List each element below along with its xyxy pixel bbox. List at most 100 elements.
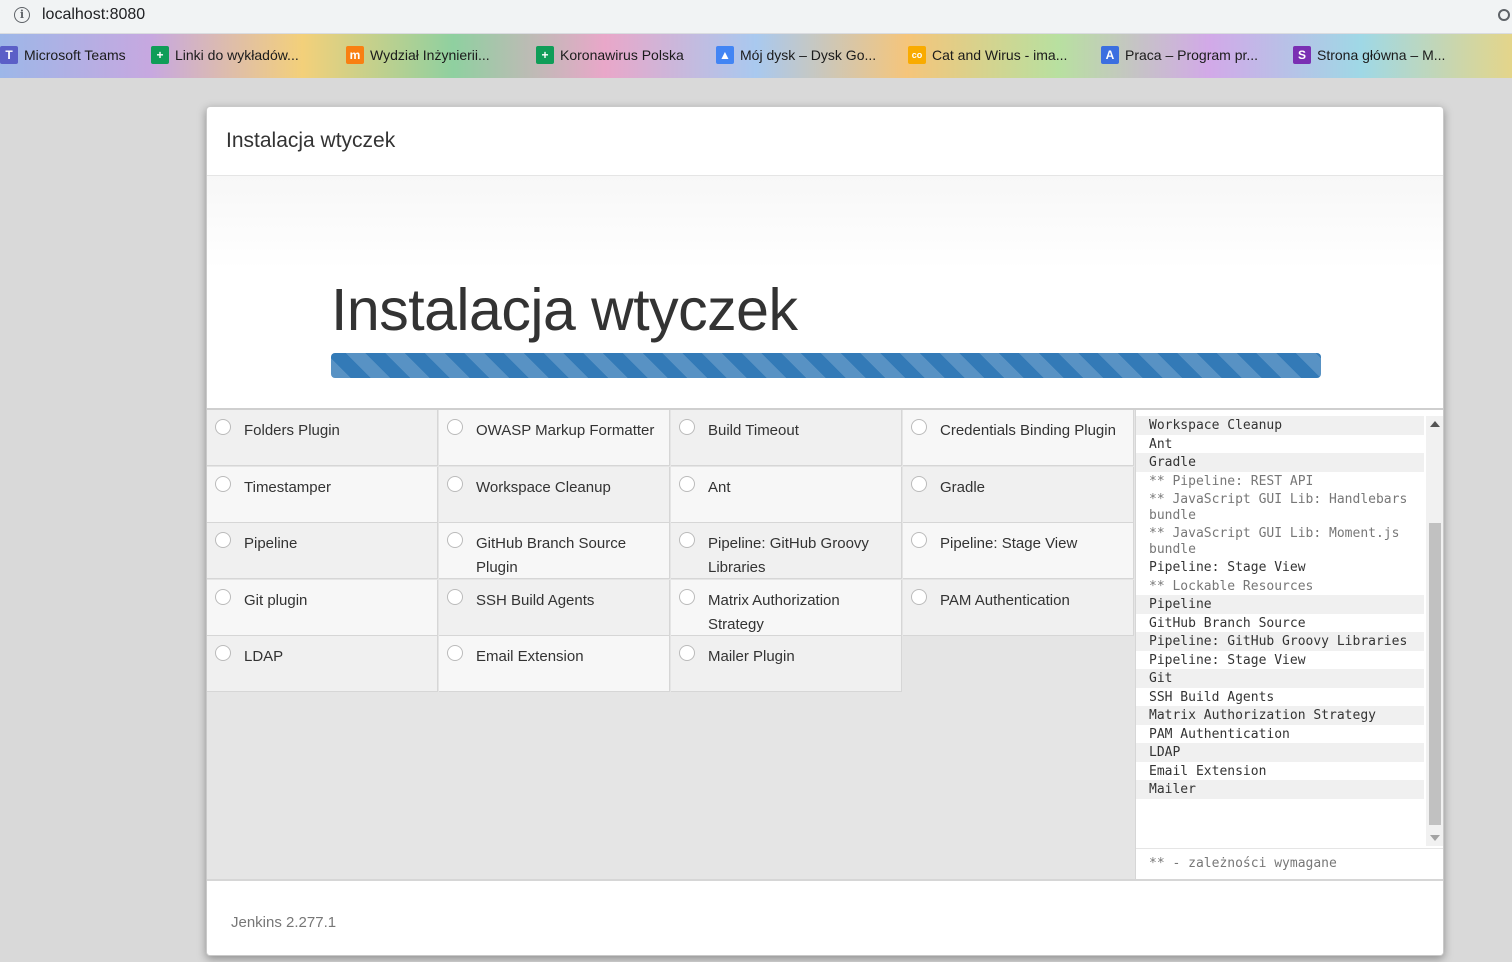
- pending-status-icon: [447, 645, 463, 661]
- plugin-item: Email Extension: [439, 636, 670, 692]
- plugin-item: GitHub Branch Source Plugin: [439, 523, 670, 579]
- bookmark-label: Praca – Program pr...: [1125, 47, 1259, 63]
- jumbotron-title: Instalacja wtyczek: [331, 277, 798, 343]
- install-log[interactable]: Workspace Cleanup Ant Gradle ** Pipeline: R…: [1136, 416, 1424, 846]
- plugin-item: OWASP Markup Formatter: [439, 410, 670, 466]
- sgh-icon: S: [1293, 46, 1311, 64]
- log-line: Gradle: [1136, 453, 1424, 472]
- log-line: Git: [1136, 669, 1424, 688]
- plugin-item: Folders Plugin: [207, 410, 438, 466]
- plugin-grid: Folders Plugin OWASP Markup Formatter Buil…: [207, 410, 1135, 879]
- pending-status-icon: [679, 419, 695, 435]
- dialog-header: Instalacja wtyczek: [207, 107, 1443, 176]
- bookmark-item[interactable]: S Strona główna – M...: [1293, 46, 1445, 64]
- address-bar[interactable]: i localhost:8080: [0, 0, 1512, 34]
- plugin-name: Timestamper: [244, 478, 331, 496]
- log-line: GitHub Branch Source: [1149, 615, 1306, 631]
- log-line: Email Extension: [1149, 763, 1267, 779]
- plugin-item: Build Timeout: [671, 410, 902, 466]
- pending-status-icon: [215, 475, 231, 492]
- plugin-item: Timestamper: [207, 466, 438, 523]
- scroll-down-arrow-icon[interactable]: [1430, 835, 1440, 841]
- plugin-name: SSH Build Agents: [476, 591, 595, 609]
- log-line: Pipeline: Stage View: [1149, 652, 1306, 668]
- jumbotron: Instalacja wtyczek: [207, 176, 1443, 410]
- bookmark-item[interactable]: co Cat and Wirus - ima...: [908, 46, 1067, 64]
- google-sheets-icon: +: [536, 46, 554, 64]
- key-icon[interactable]: [1498, 9, 1510, 21]
- plugin-name: Folders Plugin: [244, 422, 340, 439]
- log-line: SSH Build Agents: [1149, 689, 1275, 705]
- scroll-up-arrow-icon[interactable]: [1430, 421, 1440, 427]
- log-footnote: ** - zależności wymagane: [1136, 848, 1443, 879]
- plugin-name: Build Timeout: [708, 422, 799, 439]
- pending-status-icon: [911, 532, 927, 548]
- bookmark-label: Microsoft Teams: [24, 47, 126, 63]
- plugin-name: Workspace Cleanup: [476, 478, 611, 496]
- log-dependency-line: ** JavaScript GUI Lib: Handlebars bundle: [1136, 490, 1424, 524]
- plugin-item: Matrix Authorization Strategy: [671, 579, 902, 636]
- bookmark-label: Koronawirus Polska: [560, 47, 684, 63]
- log-scrollbar[interactable]: [1426, 416, 1443, 846]
- log-dependency-line: ** Lockable Resources: [1136, 576, 1424, 595]
- moodle-icon: m: [346, 46, 364, 64]
- plugin-install-dialog: Instalacja wtyczek Instalacja wtyczek Fo…: [206, 106, 1444, 956]
- log-line: Matrix Authorization Strategy: [1136, 706, 1424, 725]
- bookmark-item[interactable]: A Praca – Program pr...: [1101, 46, 1258, 64]
- scrollbar-thumb[interactable]: [1429, 523, 1441, 825]
- plugin-name: Matrix Authorization Strategy: [708, 591, 840, 633]
- plugin-name: Credentials Binding Plugin: [940, 422, 1116, 439]
- plugin-name: OWASP Markup Formatter: [476, 422, 655, 439]
- bookmark-item[interactable]: T Microsoft Teams: [0, 46, 126, 64]
- pending-status-icon: [679, 475, 695, 492]
- plugin-item: Pipeline: GitHub Groovy Libraries: [671, 523, 902, 579]
- bookmark-item[interactable]: m Wydział Inżynierii...: [346, 46, 490, 64]
- google-sheets-icon: +: [151, 46, 169, 64]
- pending-status-icon: [679, 588, 695, 605]
- pending-status-icon: [215, 588, 231, 605]
- colab-icon: co: [908, 46, 926, 64]
- bookmark-item[interactable]: ▲ Mój dysk – Dysk Go...: [716, 46, 876, 64]
- install-progress-bar: [331, 353, 1321, 378]
- plugin-name: Email Extension: [476, 648, 584, 665]
- log-line: Workspace Cleanup: [1136, 416, 1424, 435]
- bookmark-label: Linki do wykładów...: [175, 47, 299, 63]
- log-dependency-line: ** Pipeline: REST API: [1136, 471, 1424, 490]
- jenkins-version: Jenkins 2.277.1: [231, 914, 337, 931]
- a-letter-icon: A: [1101, 46, 1119, 64]
- url-text[interactable]: localhost:8080: [42, 6, 145, 24]
- teams-icon: T: [0, 46, 18, 64]
- plugin-item: Gradle: [903, 466, 1134, 523]
- pending-status-icon: [911, 588, 927, 605]
- plugin-item: Mailer Plugin: [671, 636, 902, 692]
- pending-status-icon: [447, 419, 463, 435]
- plugin-item: Ant: [671, 466, 902, 523]
- bookmark-item[interactable]: + Koronawirus Polska: [536, 46, 684, 64]
- plugin-item: Git plugin: [207, 579, 438, 636]
- log-line: Mailer: [1136, 780, 1424, 799]
- google-drive-icon: ▲: [716, 46, 734, 64]
- plugin-item: Pipeline: [207, 523, 438, 579]
- plugin-item: LDAP: [207, 636, 438, 692]
- log-line: Pipeline: Stage View: [1149, 560, 1306, 575]
- plugin-name: Pipeline: Stage View: [940, 535, 1078, 552]
- plugin-item: Workspace Cleanup: [439, 466, 670, 523]
- info-icon[interactable]: i: [14, 7, 30, 23]
- plugin-name: LDAP: [244, 648, 284, 665]
- plugin-name: Pipeline: [244, 535, 298, 552]
- plugin-name: Ant: [708, 478, 731, 496]
- log-line: Pipeline: GitHub Groovy Libraries: [1136, 632, 1424, 651]
- plugin-name: PAM Authentication: [940, 591, 1070, 609]
- bookmark-label: Strona główna – M...: [1317, 47, 1446, 63]
- log-line: PAM Authentication: [1149, 726, 1290, 742]
- pending-status-icon: [447, 588, 463, 605]
- dialog-body: Instalacja wtyczek Folders Plugin OWASP M…: [207, 176, 1443, 879]
- log-line: Ant: [1149, 436, 1173, 452]
- plugin-name: Git plugin: [244, 591, 308, 609]
- pending-status-icon: [911, 419, 927, 435]
- pending-status-icon: [215, 532, 231, 548]
- bookmark-label: Mój dysk – Dysk Go...: [740, 47, 877, 63]
- plugin-item: Credentials Binding Plugin: [903, 410, 1134, 466]
- pending-status-icon: [679, 532, 695, 548]
- bookmark-item[interactable]: + Linki do wykładów...: [151, 46, 299, 64]
